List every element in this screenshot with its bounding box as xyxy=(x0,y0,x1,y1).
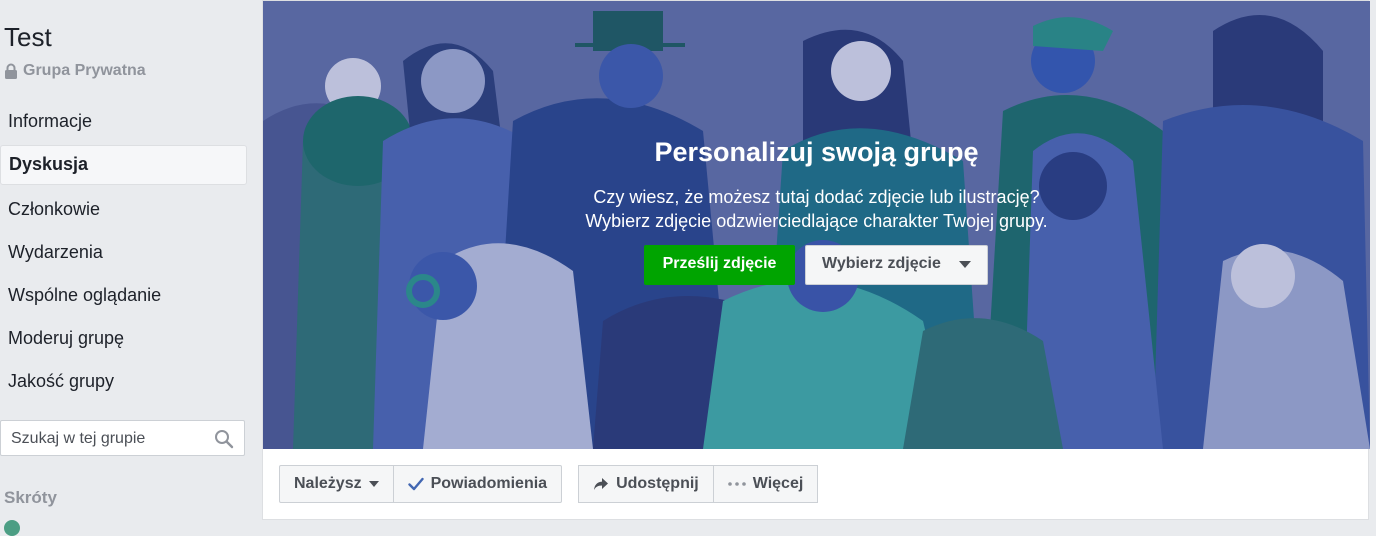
cover-description-line2: Wybierz zdjęcie odzwierciedlające charak… xyxy=(585,211,1048,231)
more-label: Więcej xyxy=(752,475,804,492)
sidebar-item-jakosc-grupy[interactable]: Jakość grupy xyxy=(0,362,247,400)
share-arrow-icon xyxy=(594,478,609,490)
notifications-label: Powiadomienia xyxy=(430,475,548,492)
sidebar-item-czlonkowie[interactable]: Członkowie xyxy=(0,190,247,228)
cover-photo: Personalizuj swoją grupę Czy wiesz, że m… xyxy=(263,1,1370,449)
share-button[interactable]: Udostępnij xyxy=(578,465,714,503)
shortcuts-heading: Skróty xyxy=(4,488,57,507)
sidebar-item-moderuj-grupe[interactable]: Moderuj grupę xyxy=(0,319,247,357)
share-label: Udostępnij xyxy=(616,475,699,492)
privacy-label: Grupa Prywatna xyxy=(23,62,146,79)
cover-title: Personalizuj swoją grupę xyxy=(654,137,979,167)
more-button[interactable]: Więcej xyxy=(713,465,819,503)
lock-icon xyxy=(5,63,17,79)
upload-photo-button[interactable]: Prześlij zdjęcie xyxy=(644,245,795,285)
choose-photo-button[interactable]: Wybierz zdjęcie xyxy=(805,245,988,285)
search-icon[interactable] xyxy=(214,429,234,449)
chevron-down-icon xyxy=(959,261,971,268)
membership-label: Należysz xyxy=(294,475,362,492)
chevron-down-icon xyxy=(368,481,379,487)
more-dots-icon xyxy=(727,482,746,486)
left-sidebar: Test Grupa Prywatna Informacje Dyskusja … xyxy=(0,0,250,536)
group-search xyxy=(0,420,245,456)
membership-button[interactable]: Należysz xyxy=(279,465,394,503)
choose-photo-label: Wybierz zdjęcie xyxy=(822,255,941,272)
notifications-button[interactable]: Powiadomienia xyxy=(393,465,563,503)
sidebar-item-wydarzenia[interactable]: Wydarzenia xyxy=(0,233,247,271)
cover-description: Czy wiesz, że możesz tutaj dodać zdjęcie… xyxy=(263,185,1370,233)
cover-description-line1: Czy wiesz, że możesz tutaj dodać zdjęcie… xyxy=(593,187,1040,207)
group-name[interactable]: Test xyxy=(4,22,52,53)
group-privacy: Grupa Prywatna xyxy=(4,62,146,80)
search-input[interactable] xyxy=(9,429,213,449)
checkmark-icon xyxy=(407,477,424,491)
sidebar-item-informacje[interactable]: Informacje xyxy=(0,102,247,140)
sidebar-nav: Informacje Dyskusja Członkowie Wydarzeni… xyxy=(0,102,247,405)
sidebar-item-wspolne-ogladanie[interactable]: Wspólne oglądanie xyxy=(0,276,247,314)
group-header-card: Personalizuj swoją grupę Czy wiesz, że m… xyxy=(262,0,1370,520)
sidebar-item-dyskusja[interactable]: Dyskusja xyxy=(0,145,247,185)
shortcut-avatar[interactable] xyxy=(4,520,20,536)
group-action-bar: Należysz Powiadomienia Udostępnij Więcej xyxy=(279,465,819,503)
